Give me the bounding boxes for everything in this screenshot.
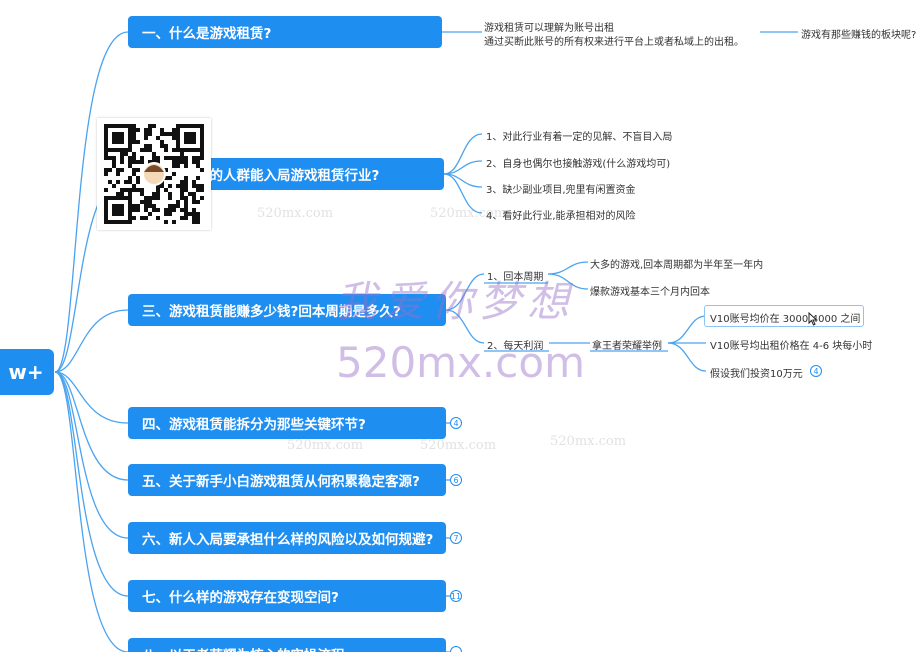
root-node[interactable]: w+	[0, 349, 54, 395]
qr-code-icon	[104, 124, 204, 224]
collapsed-count-badge[interactable]: 4	[810, 365, 822, 377]
topic2-item[interactable]: 3、缺少副业项目,兜里有闲置资金	[486, 181, 636, 196]
topic-label: 七、什么样的游戏存在变现空间?	[142, 590, 339, 606]
collapsed-count-badge[interactable]: 6	[450, 474, 462, 486]
topic-label: 三、游戏租赁能赚多少钱?回本周期是多久?	[142, 304, 401, 320]
topic1-desc-line2[interactable]: 通过买断此账号的所有权来进行平台上或者私域上的出租。	[484, 33, 744, 48]
topic-customer-source[interactable]: 五、关于新手小白游戏租赁从何积累稳定客源?	[128, 464, 446, 496]
topic-what-is-rental[interactable]: 一、什么是游戏租赁?	[128, 16, 442, 48]
topic-label: 一、什么是游戏租赁?	[142, 26, 272, 42]
example-item[interactable]: V10账号均价在 3000-4000 之间	[710, 310, 860, 325]
cycle-label[interactable]: 1、回本周期	[487, 268, 543, 283]
collapsed-count-badge[interactable]: 7	[450, 532, 462, 544]
collapsed-count-badge[interactable]: ~	[450, 646, 462, 652]
example-item[interactable]: V10账号均出租价格在 4-6 块每小时	[710, 337, 872, 352]
collapsed-count-badge[interactable]: 4	[450, 417, 462, 429]
cycle-item[interactable]: 大多的游戏,回本周期都为半年至一年内	[590, 256, 763, 271]
example-item[interactable]: 假设我们投资10万元	[710, 365, 803, 380]
topic-label: 四、游戏租赁能拆分为那些关键环节?	[142, 417, 366, 433]
topic2-item[interactable]: 4、看好此行业,能承担相对的风险	[486, 207, 636, 222]
collapsed-count-badge[interactable]: 11	[450, 590, 462, 602]
qr-code-image	[97, 118, 211, 230]
topic-label: 八、以王者荣耀为核心的实操流程	[142, 644, 345, 652]
profit-label[interactable]: 2、每天利润	[487, 337, 543, 352]
mouse-cursor-icon	[808, 312, 818, 326]
root-label: w+	[8, 360, 44, 384]
topic-monetizable-games[interactable]: 七、什么样的游戏存在变现空间?	[128, 580, 446, 612]
topic-practice-flow[interactable]: 八、以王者荣耀为核心的实操流程	[128, 638, 446, 652]
mindmap-canvas[interactable]: w+ 一、什么是游戏租赁? 二、什么样的人群能入局游戏租赁行业? 三、游戏租赁能…	[0, 0, 919, 652]
example-label[interactable]: 拿王者荣耀举例	[592, 337, 662, 352]
topic2-item[interactable]: 1、对此行业有着一定的见解、不盲目入局	[486, 128, 672, 143]
topic2-item[interactable]: 2、自身也偶尔也接触游戏(什么游戏均可)	[486, 155, 670, 170]
topic-key-steps[interactable]: 四、游戏租赁能拆分为那些关键环节?	[128, 407, 446, 439]
topic1-next-node[interactable]: 游戏有那些赚钱的板块呢?	[801, 26, 916, 41]
topic-how-much-earn[interactable]: 三、游戏租赁能赚多少钱?回本周期是多久?	[128, 294, 446, 326]
topic-label: 六、新人入局要承担什么样的风险以及如何规避?	[142, 532, 434, 548]
topic-label: 五、关于新手小白游戏租赁从何积累稳定客源?	[142, 474, 420, 490]
topic1-desc-line1[interactable]: 游戏租赁可以理解为账号出租	[484, 19, 614, 34]
cycle-item[interactable]: 爆款游戏基本三个月内回本	[590, 283, 710, 298]
topic-risks[interactable]: 六、新人入局要承担什么样的风险以及如何规避?	[128, 522, 446, 554]
